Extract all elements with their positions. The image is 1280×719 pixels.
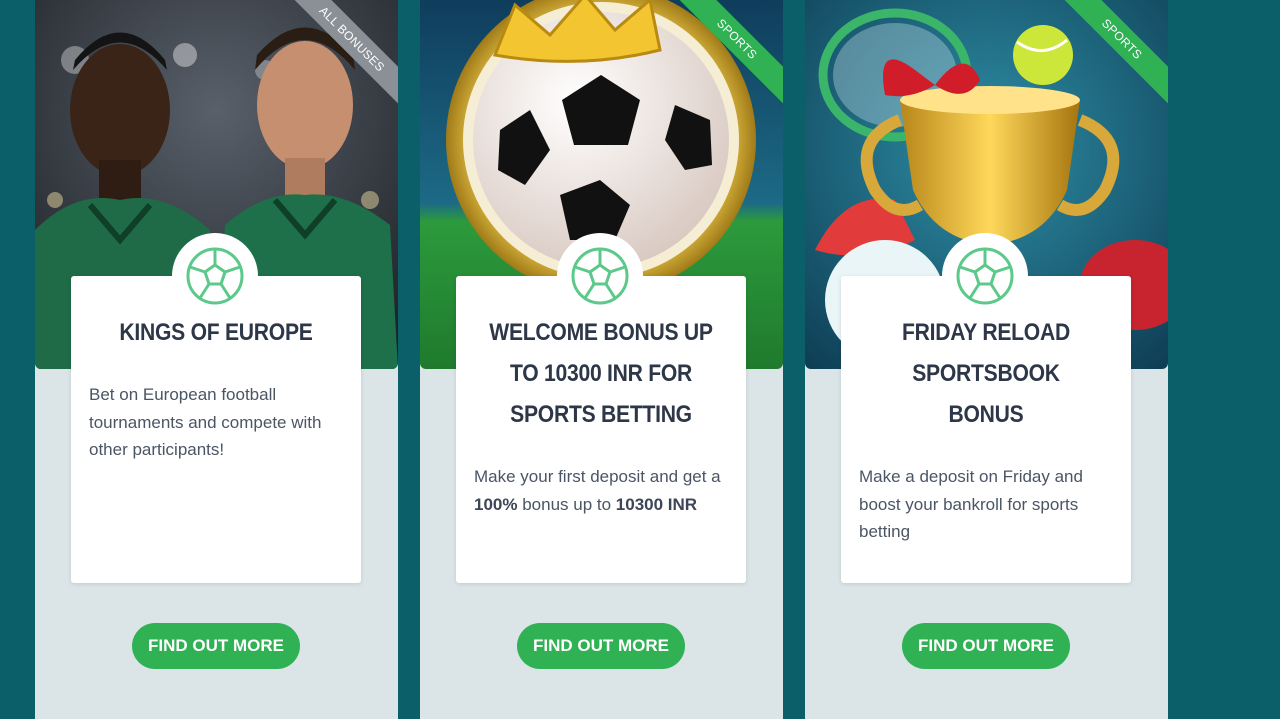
- promo-title: FRIDAY RELOAD SPORTSBOOK BONUS: [902, 319, 1070, 428]
- category-ribbon: ALL BONUSES: [288, 0, 398, 105]
- find-out-more-button[interactable]: FIND OUT MORE: [517, 623, 685, 669]
- promo-title: WELCOME BONUS UP TO 10300 INR FOR SPORTS…: [489, 319, 713, 428]
- category-ribbon: SPORTS: [1058, 0, 1168, 105]
- promo-info-panel: WELCOME BONUS UP TO 10300 INR FOR SPORTS…: [456, 233, 746, 583]
- promo-description: Make your first deposit and get a 100% b…: [474, 467, 721, 514]
- promo-card-friday-reload: SPORTS FRIDAY RELOAD SPORTSBOOK BONUS Ma…: [805, 0, 1168, 719]
- promo-info-panel: FRIDAY RELOAD SPORTSBOOK BONUS Make a de…: [841, 233, 1131, 583]
- promo-info-panel: KINGS OF EUROPE Bet on European football…: [71, 233, 361, 583]
- ribbon-corner: ALL BONUSES: [288, 0, 398, 110]
- find-out-more-button[interactable]: FIND OUT MORE: [902, 623, 1070, 669]
- promo-description: Make a deposit on Friday and boost your …: [859, 467, 1083, 541]
- football-icon: [942, 233, 1028, 319]
- category-ribbon: SPORTS: [673, 0, 783, 105]
- ribbon-corner: SPORTS: [673, 0, 783, 110]
- find-out-more-button[interactable]: FIND OUT MORE: [132, 623, 300, 669]
- promo-description: Bet on European football tournaments and…: [89, 385, 322, 459]
- football-icon: [557, 233, 643, 319]
- football-icon: [172, 233, 258, 319]
- promo-title: KINGS OF EUROPE: [119, 319, 313, 346]
- promo-card-kings-of-europe: ALL BONUSES KINGS OF EUROPE Bet on Europ…: [35, 0, 398, 719]
- promo-card-welcome-bonus: SPORTS WELCOME BONUS UP TO 10300 INR FOR…: [420, 0, 783, 719]
- ribbon-corner: SPORTS: [1058, 0, 1168, 110]
